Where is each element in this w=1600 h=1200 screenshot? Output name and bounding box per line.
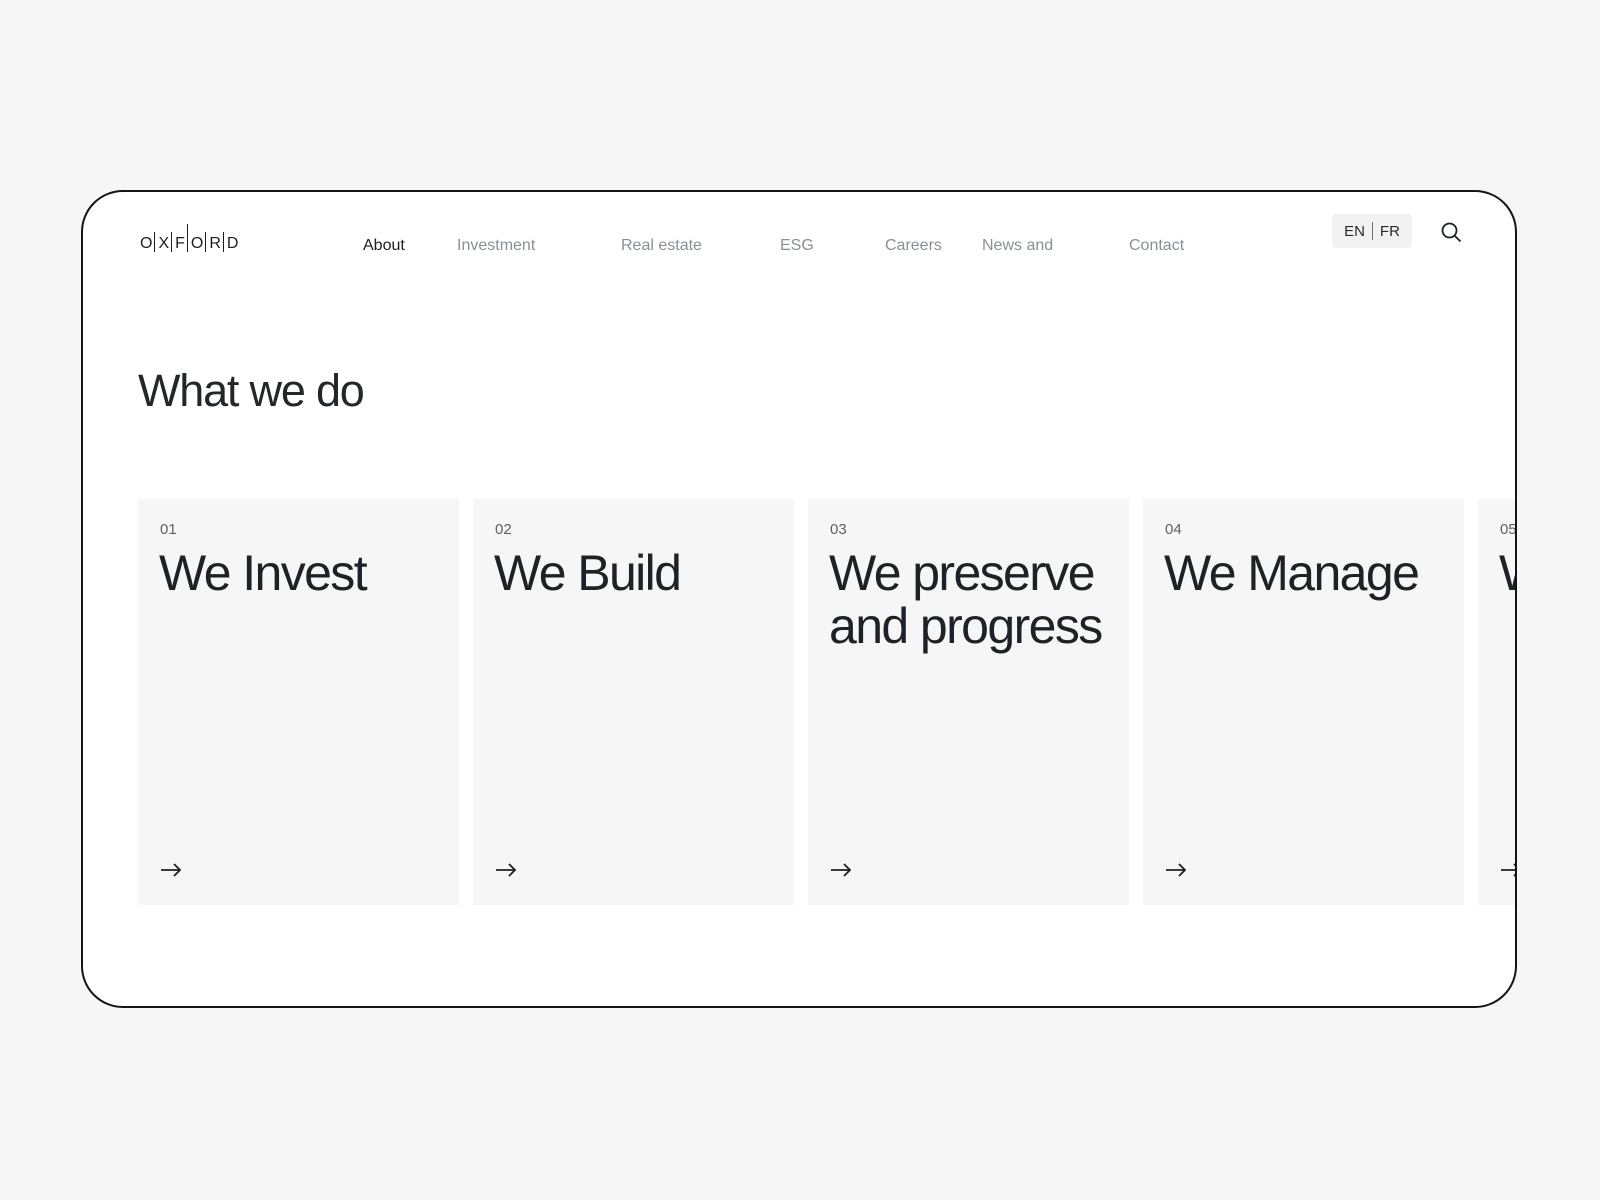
card-title: We Manage	[1164, 545, 1420, 601]
card-number: 02	[495, 521, 512, 538]
card-title: We Invest	[159, 545, 368, 601]
arrow-right-icon[interactable]	[160, 863, 182, 877]
logo-letter: R	[205, 232, 224, 252]
language-switcher: EN FR	[1332, 214, 1412, 248]
logo-letter: O	[140, 235, 153, 252]
arrow-right-icon[interactable]	[830, 863, 852, 877]
language-option-fr[interactable]: FR	[1373, 223, 1407, 240]
nav-item-careers[interactable]: Careers	[885, 236, 942, 256]
arrow-right-icon[interactable]	[1165, 863, 1187, 877]
card-title: W	[1499, 547, 1515, 600]
nav-item-investment[interactable]: Investment	[457, 236, 535, 256]
arrow-right-icon[interactable]	[1500, 863, 1517, 877]
section-title: What we do	[138, 365, 365, 416]
nav-item-real-estate[interactable]: Real estate	[621, 236, 702, 256]
card-we-preserve[interactable]: 03 We preserve and progress	[808, 499, 1129, 905]
browser-frame: O X F O R D About Investment Real estate…	[81, 190, 1517, 1008]
card-title: We Build	[494, 545, 682, 601]
nav-item-about[interactable]: About	[363, 236, 405, 256]
card-number: 03	[830, 521, 847, 538]
nav-item-contact[interactable]: Contact	[1129, 236, 1184, 256]
oxford-logo[interactable]: O X F O R D	[137, 222, 241, 252]
nav-item-news[interactable]: News and	[982, 236, 1053, 256]
nav-item-esg[interactable]: ESG	[780, 236, 814, 256]
arrow-right-icon[interactable]	[495, 863, 517, 877]
card-number: 04	[1165, 521, 1182, 538]
card-number: 05	[1500, 521, 1517, 538]
logo-letter: F	[171, 232, 188, 252]
search-icon[interactable]	[1440, 221, 1462, 243]
card-title: We preserve and progress	[829, 545, 1103, 654]
card-number: 01	[160, 521, 177, 538]
card-we-invest[interactable]: 01 We Invest	[138, 499, 459, 905]
logo-letter: X	[154, 232, 172, 252]
card-05[interactable]: 05 W	[1478, 499, 1517, 905]
logo-letter: D	[222, 232, 242, 252]
language-option-en[interactable]: EN	[1337, 223, 1372, 240]
card-we-build[interactable]: 02 We Build	[473, 499, 794, 905]
card-we-manage[interactable]: 04 We Manage	[1143, 499, 1464, 905]
logo-letter: O	[186, 224, 206, 252]
